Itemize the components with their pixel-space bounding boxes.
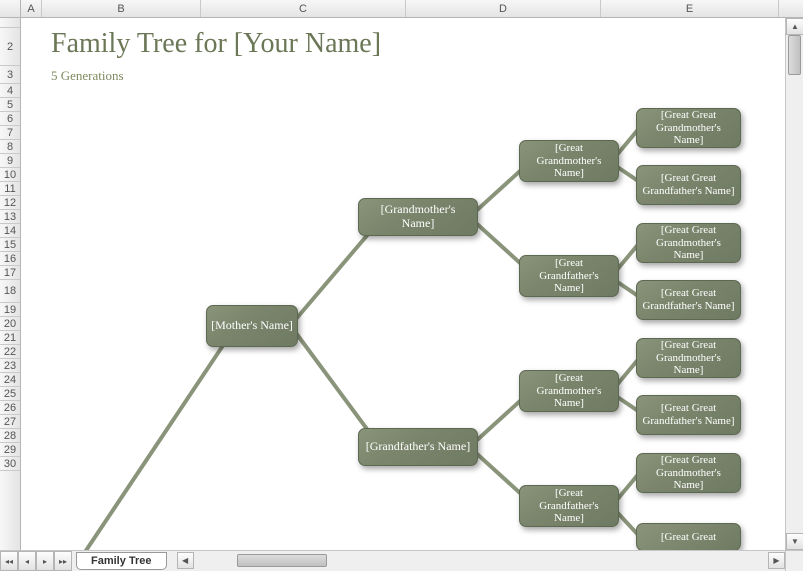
row-6[interactable]: 6	[0, 112, 20, 126]
column-headers: A B C D E	[0, 0, 803, 18]
scroll-left-icon[interactable]: ◀	[177, 552, 194, 569]
row-26[interactable]: 26	[0, 401, 20, 415]
row-27[interactable]: 27	[0, 415, 20, 429]
node-great-grandmother-1[interactable]: [Great Grandmother's Name]	[519, 140, 619, 182]
row-10[interactable]: 10	[0, 168, 20, 182]
node-great-grandfather-2[interactable]: [Great Grandfather's Name]	[519, 485, 619, 527]
worksheet-canvas[interactable]: Family Tree for [Your Name] 5 Generation…	[21, 18, 785, 550]
row-14[interactable]: 14	[0, 224, 20, 238]
row-13[interactable]: 13	[0, 210, 20, 224]
col-E[interactable]: E	[601, 0, 779, 17]
row-22[interactable]: 22	[0, 345, 20, 359]
page-title: Family Tree for [Your Name]	[51, 28, 381, 60]
h-scrollbar[interactable]: ◀ ▶	[177, 551, 803, 571]
scroll-down-icon[interactable]: ▼	[786, 533, 803, 550]
node-gg-grandmother-1[interactable]: [Great Great Grandmother's Name]	[636, 108, 741, 148]
col-A[interactable]: A	[21, 0, 42, 17]
tab-nav-next-icon[interactable]: ▸	[36, 551, 54, 571]
node-gg-grandmother-2[interactable]: [Great Great Grandmother's Name]	[636, 223, 741, 263]
node-great-grandmother-2[interactable]: [Great Grandmother's Name]	[519, 370, 619, 412]
row-21[interactable]: 21	[0, 331, 20, 345]
row-top[interactable]	[0, 18, 20, 28]
scroll-corner	[785, 550, 803, 571]
col-B[interactable]: B	[42, 0, 201, 17]
row-12[interactable]: 12	[0, 196, 20, 210]
sheet-tab-family-tree[interactable]: Family Tree	[76, 552, 167, 570]
row-17[interactable]: 17	[0, 266, 20, 280]
row-18[interactable]: 18	[0, 280, 20, 303]
h-scroll-thumb[interactable]	[237, 554, 327, 567]
row-9[interactable]: 9	[0, 154, 20, 168]
grid-corner[interactable]	[0, 0, 21, 18]
row-28[interactable]: 28	[0, 429, 20, 443]
v-scroll-thumb[interactable]	[788, 35, 801, 75]
row-11[interactable]: 11	[0, 182, 20, 196]
page-subtitle: 5 Generations	[51, 68, 124, 84]
v-scrollbar[interactable]: ▲ ▼	[785, 18, 803, 550]
node-grandfather[interactable]: [Grandfather's Name]	[358, 428, 478, 466]
row-2[interactable]: 2	[0, 28, 20, 66]
sheet-tab-bar: ◂◂ ◂ ▸ ▸▸ Family Tree ◀ ▶	[0, 550, 803, 571]
row-headers: 2345678910111213141516171819202122232425…	[0, 18, 21, 550]
col-D[interactable]: D	[406, 0, 601, 17]
node-grandmother[interactable]: [Grandmother's Name]	[358, 198, 478, 236]
row-7[interactable]: 7	[0, 126, 20, 140]
col-C[interactable]: C	[201, 0, 406, 17]
row-29[interactable]: 29	[0, 443, 20, 457]
tab-nav-first-icon[interactable]: ◂◂	[0, 551, 18, 571]
node-mother[interactable]: [Mother's Name]	[206, 305, 298, 347]
node-gg-partial[interactable]: [Great Great	[636, 523, 741, 550]
tab-nav-last-icon[interactable]: ▸▸	[54, 551, 72, 571]
row-3[interactable]: 3	[0, 66, 20, 84]
row-24[interactable]: 24	[0, 373, 20, 387]
node-gg-partial-text: [Great Great	[661, 531, 716, 544]
node-gg-grandfather-3[interactable]: [Great Great Grandfather's Name]	[636, 395, 741, 435]
node-gg-grandmother-3[interactable]: [Great Great Grandmother's Name]	[636, 338, 741, 378]
row-5[interactable]: 5	[0, 98, 20, 112]
row-4[interactable]: 4	[0, 84, 20, 98]
row-25[interactable]: 25	[0, 387, 20, 401]
row-19[interactable]: 19	[0, 303, 20, 317]
node-gg-grandfather-1[interactable]: [Great Great Grandfather's Name]	[636, 165, 741, 205]
row-30[interactable]: 30	[0, 457, 20, 471]
node-gg-grandfather-2[interactable]: [Great Great Grandfather's Name]	[636, 280, 741, 320]
row-16[interactable]: 16	[0, 252, 20, 266]
node-gg-grandmother-4[interactable]: [Great Great Grandmother's Name]	[636, 453, 741, 493]
node-great-grandfather-1[interactable]: [Great Grandfather's Name]	[519, 255, 619, 297]
scroll-right-icon[interactable]: ▶	[768, 552, 785, 569]
row-15[interactable]: 15	[0, 238, 20, 252]
scroll-up-icon[interactable]: ▲	[786, 18, 803, 35]
row-8[interactable]: 8	[0, 140, 20, 154]
row-23[interactable]: 23	[0, 359, 20, 373]
row-20[interactable]: 20	[0, 317, 20, 331]
tab-nav-prev-icon[interactable]: ◂	[18, 551, 36, 571]
